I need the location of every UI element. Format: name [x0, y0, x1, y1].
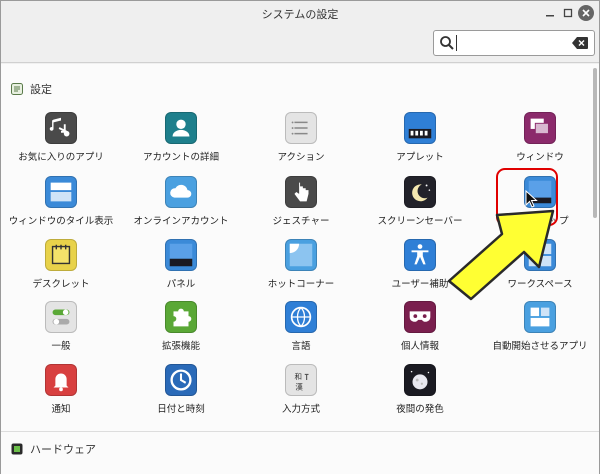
- close-button[interactable]: [578, 5, 594, 21]
- settings-item-label: お気に入りのアプリ: [18, 152, 104, 163]
- settings-item-languages[interactable]: 言語: [241, 301, 361, 363]
- section-hardware-header: ハードウェア: [11, 441, 96, 457]
- online-accounts-icon: [165, 176, 197, 208]
- settings-item-label: オンラインアカウント: [133, 216, 229, 227]
- account-icon: [165, 112, 197, 144]
- settings-item-label: 個人情報: [400, 341, 439, 352]
- settings-item-panel[interactable]: パネル: [121, 239, 241, 301]
- settings-item-desklets[interactable]: デスクレット: [1, 239, 121, 301]
- section-divider: [1, 431, 599, 432]
- desklets-icon: [45, 239, 77, 271]
- settings-item-label: アカウントの詳細: [142, 152, 219, 163]
- svg-text:漢: 漢: [295, 381, 303, 391]
- settings-item-actions[interactable]: アクション: [241, 112, 361, 174]
- settings-item-online-accounts[interactable]: オンラインアカウント: [121, 176, 241, 238]
- settings-item-input-method[interactable]: 和漢入力方式: [241, 364, 361, 426]
- extensions-icon: [165, 301, 197, 333]
- settings-item-label: 自動開始させるアプリ: [492, 341, 588, 352]
- section-settings-header: 設定: [11, 81, 52, 97]
- settings-item-label: 拡張機能: [161, 341, 200, 352]
- settings-item-windows[interactable]: ウィンドウ: [480, 112, 600, 174]
- settings-window: システムの設定 設定 お気に入りのアプリ アカウントの詳細 アクション アプレッ…: [0, 0, 600, 474]
- settings-item-label: 夜間の発色: [396, 404, 444, 415]
- settings-item-label: アプレット: [396, 152, 444, 163]
- settings-item-hot-corners[interactable]: ホットコーナー: [241, 239, 361, 301]
- gestures-icon: [285, 176, 317, 208]
- settings-item-label: 通知: [51, 404, 71, 415]
- languages-icon: [285, 301, 317, 333]
- settings-item-extensions[interactable]: 拡張機能: [121, 301, 241, 363]
- notifications-icon: [45, 364, 77, 396]
- settings-item-window-tiling[interactable]: ウィンドウのタイル表示: [1, 176, 121, 238]
- settings-item-account[interactable]: アカウントの詳細: [121, 112, 241, 174]
- settings-item-date-time[interactable]: 日付と時刻: [121, 364, 241, 426]
- settings-item-night-light[interactable]: 夜間の発色: [360, 364, 480, 426]
- settings-item-favorite-apps[interactable]: お気に入りのアプリ: [1, 112, 121, 174]
- toolbar: [1, 25, 599, 63]
- settings-item-label: ウィンドウ: [516, 152, 564, 163]
- settings-item-general[interactable]: 一般: [1, 301, 121, 363]
- input-method-icon: 和漢: [285, 364, 317, 396]
- maximize-icon: [563, 8, 573, 18]
- pointer-arrow-annotation: [447, 209, 555, 301]
- window-title: システムの設定: [261, 8, 339, 21]
- settings-item-label: 入力方式: [281, 404, 320, 415]
- settings-item-label: デスクレット: [32, 279, 90, 290]
- clear-search-icon[interactable]: [572, 37, 588, 49]
- settings-item-label: 日付と時刻: [157, 404, 205, 415]
- windows-icon: [524, 112, 556, 144]
- settings-item-applets[interactable]: アプレット: [360, 112, 480, 174]
- settings-item-gestures[interactable]: ジェスチャー: [241, 176, 361, 238]
- section-settings-title: 設定: [30, 83, 52, 96]
- window-tiling-icon: [45, 176, 77, 208]
- settings-item-label: ジェスチャー: [272, 216, 330, 227]
- settings-item-label: ホットコーナー: [267, 279, 335, 290]
- search-icon: [440, 36, 454, 50]
- applets-icon: [404, 112, 436, 144]
- scrollbar[interactable]: [592, 64, 598, 224]
- search-field[interactable]: [433, 30, 595, 56]
- settings-item-notifications[interactable]: 通知: [1, 364, 121, 426]
- mouse-cursor-icon: [525, 190, 538, 208]
- settings-item-label: パネル: [166, 279, 196, 290]
- text-caret: [456, 35, 457, 51]
- panel-icon: [165, 239, 197, 271]
- night-light-icon: [404, 364, 436, 396]
- general-icon: [45, 301, 77, 333]
- settings-item-label: ウィンドウのタイル表示: [8, 216, 114, 227]
- search-input[interactable]: [460, 34, 570, 52]
- maximize-button[interactable]: [559, 4, 577, 22]
- hot-corners-icon: [285, 239, 317, 271]
- settings-section-icon: [11, 83, 23, 95]
- actions-icon: [285, 112, 317, 144]
- svg-text:和: 和: [294, 372, 302, 381]
- section-hardware-title: ハードウェア: [30, 443, 96, 456]
- close-icon: [582, 9, 590, 17]
- favorite-apps-icon: [45, 112, 77, 144]
- settings-item-label: 一般: [51, 341, 71, 352]
- settings-item-label: アクション: [277, 152, 325, 163]
- minimize-icon: [546, 15, 554, 17]
- hardware-section-icon: [11, 443, 23, 455]
- title-bar: システムの設定: [1, 1, 599, 25]
- minimize-button[interactable]: [541, 4, 559, 22]
- settings-item-label: 言語: [291, 341, 311, 352]
- date-time-icon: [165, 364, 197, 396]
